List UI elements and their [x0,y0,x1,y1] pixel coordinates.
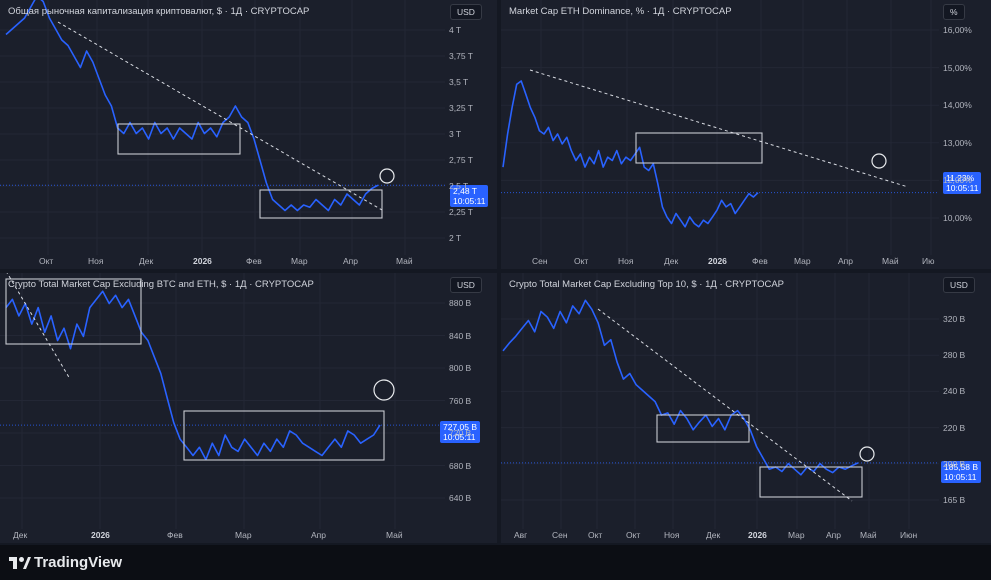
currency-label[interactable]: % [943,4,965,20]
brand-name[interactable]: TradingView [34,554,122,571]
y-tick-label: 220 B [943,422,966,433]
y-tick-label: 2,5 T [449,181,469,191]
target-circle [379,168,395,184]
chart-title: Общая рыночная капитализация криптовалют… [8,6,310,17]
x-tick-label: Ноя [664,530,680,540]
y-tick-label: 15,00% [943,62,972,73]
y-tick-label: 760 B [449,395,472,406]
x-tick-label: Авг [514,530,528,540]
range-box [759,466,863,498]
x-tick-label: 2026 [748,530,767,540]
x-tick-label: Май [882,256,899,266]
x-tick-label: Фев [752,256,768,266]
x-tick-label: Апр [311,530,326,540]
y-tick-label: 12,00% [943,175,972,186]
chart-canvas [501,0,939,255]
currency-label[interactable]: USD [450,277,482,293]
last-time: 10:05:11 [944,472,977,482]
y-tick-label: 2,25 T [449,207,473,217]
x-tick-label: Ноя [88,256,104,266]
chart-canvas [0,0,445,255]
y-tick-label: 10,00% [943,213,972,223]
chart-title: Crypto Total Market Cap Excluding Top 10… [509,279,785,290]
y-tick-label: 640 B [449,493,472,503]
footer-bar: TradingView [0,545,991,580]
chart-panel-eth-dominance[interactable]: Market Cap ETH Dominance, % · 1Д · CRYPT… [501,0,991,269]
x-tick-label: Май [860,530,877,540]
x-tick-label: Дек [706,530,721,540]
y-tick-label: 165 B [943,495,966,505]
trend-line [597,308,853,502]
tradingview-logo-icon [9,557,31,569]
x-tick-label: 2026 [193,256,212,266]
currency-label[interactable]: USD [450,4,482,20]
x-tick-label: Май [386,530,403,540]
x-tick-label: Сен [532,256,548,266]
series-line [5,290,381,461]
x-tick-label: Дек [13,530,28,540]
y-tick-label: 680 B [449,460,472,471]
range-box [635,132,763,164]
x-tick-label: Май [396,256,413,266]
chart-panel-excl-btc-eth[interactable]: Crypto Total Market Cap Excluding BTC an… [0,273,497,543]
x-tick-label: Окт [39,256,54,266]
series-line [502,299,859,476]
series-line [5,0,379,212]
chart-title: Crypto Total Market Cap Excluding BTC an… [8,279,314,290]
chart-title: Market Cap ETH Dominance, % · 1Д · CRYPT… [509,6,732,17]
chart-canvas [501,273,939,529]
chart-canvas [0,273,445,529]
y-tick-label: 2,75 T [449,155,473,165]
x-tick-label: Июн [900,530,918,540]
x-tick-label: Мар [794,256,811,266]
y-tick-label: 240 B [943,386,966,397]
trend-line [57,21,383,211]
target-circle [373,379,395,401]
y-tick-label: 280 B [943,350,966,361]
x-tick-label: Дек [139,256,154,266]
x-tick-label: Фев [167,530,183,540]
chart-panel-total-market-cap[interactable]: Общая рыночная капитализация криптовалют… [0,0,497,269]
y-tick-label: 14,00% [943,100,972,111]
y-tick-label: 720 B [449,428,472,438]
x-tick-label: Фев [246,256,262,266]
y-tick-label: 4 T [449,25,462,35]
y-tick-label: 320 B [943,314,966,324]
x-tick-label: Мар [235,530,252,540]
last-time: 10:05:11 [453,196,486,206]
y-tick-label: 840 B [449,330,472,341]
x-tick-label: Дек [664,256,679,266]
x-tick-label: Апр [838,256,853,266]
x-tick-label: Ноя [618,256,634,266]
x-tick-label: Мар [788,530,805,540]
x-tick-label: Окт [574,256,589,266]
x-tick-label: Апр [826,530,841,540]
y-tick-label: 800 B [449,363,472,373]
trend-line [529,69,909,188]
x-tick-label: Сен [552,530,568,540]
currency-label[interactable]: USD [943,277,975,293]
target-circle [859,446,875,462]
x-tick-label: Ию [922,256,935,266]
x-tick-label: Окт [588,530,603,540]
y-tick-label: 2 T [449,233,462,243]
y-tick-label: 3,25 T [449,103,473,113]
target-circle [871,153,887,169]
y-tick-label: 3,5 T [449,77,469,87]
y-tick-label: 200 B [943,458,966,469]
y-tick-label: 13,00% [943,137,972,148]
y-tick-label: 16,00% [943,25,972,35]
x-tick-label: Апр [343,256,358,266]
x-tick-label: 2026 [91,530,110,540]
y-tick-label: 880 B [449,298,472,308]
x-tick-label: Окт [626,530,641,540]
y-tick-label: 3,75 T [449,51,473,61]
chart-panel-excl-top10[interactable]: Crypto Total Market Cap Excluding Top 10… [501,273,991,543]
x-tick-label: Мар [291,256,308,266]
y-tick-label: 3 T [449,129,462,139]
x-tick-label: 2026 [708,256,727,266]
